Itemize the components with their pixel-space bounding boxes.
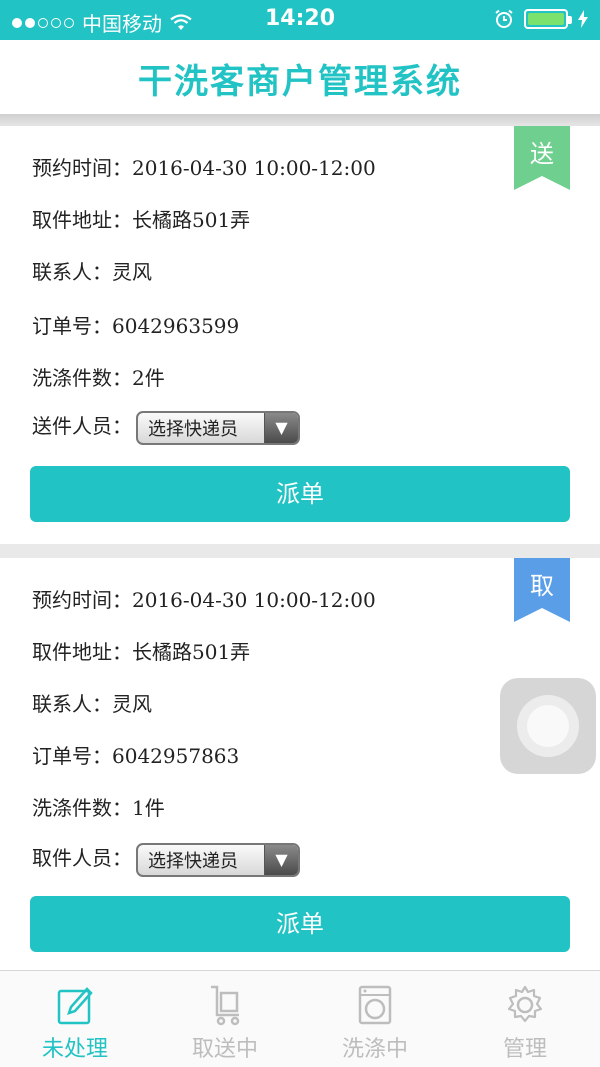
address-label: 取件地址：: [32, 640, 132, 664]
charging-icon: [578, 10, 588, 28]
page-title: 干洗客商户管理系统: [138, 62, 462, 102]
dispatch-button[interactable]: 派单: [30, 896, 570, 952]
order-number-row: 订单号：6042957863: [32, 740, 239, 769]
order-number-row: 订单号：6042963599: [32, 310, 239, 339]
courier-row: 取件人员： 选择快递员 ▼: [32, 842, 300, 877]
battery-icon: [524, 9, 572, 29]
edit-icon: [57, 987, 93, 1025]
item-count-row: 洗涤件数：1件: [32, 792, 165, 821]
item-count-value: 1件: [132, 796, 165, 820]
address-row: 取件地址：长橘路501弄: [32, 204, 250, 233]
alarm-icon: [495, 9, 513, 28]
address-value: 长橘路501弄: [132, 640, 251, 664]
courier-label: 送件人员：: [32, 414, 132, 438]
tab-manage[interactable]: 管理: [450, 971, 600, 1067]
courier-row: 送件人员： 选择快递员 ▼: [32, 410, 300, 445]
washer-icon: [358, 985, 392, 1025]
appointment-row: 预约时间：2016-04-30 10:00-12:00: [32, 152, 376, 181]
appointment-value: 2016-04-30 10:00-12:00: [132, 156, 376, 180]
appointment-row: 预约时间：2016-04-30 10:00-12:00: [32, 584, 376, 613]
status-bar: 中国移动 14:20: [0, 0, 600, 40]
address-value: 长橘路501弄: [132, 208, 251, 232]
contact-value: 灵风: [112, 260, 152, 284]
ribbon-label: 取: [530, 572, 554, 600]
contact-row: 联系人：灵风: [32, 256, 152, 285]
appointment-value: 2016-04-30 10:00-12:00: [132, 588, 376, 612]
app-header: 干洗客商户管理系统: [0, 40, 600, 114]
tab-bar: 未处理 取送中 洗涤中 管理: [0, 970, 600, 1067]
tab-washing[interactable]: 洗涤中: [300, 971, 450, 1067]
item-count-row: 洗涤件数：2件: [32, 362, 165, 391]
courier-select-value: 选择快递员: [148, 418, 238, 440]
item-count-label: 洗涤件数：: [32, 796, 132, 820]
item-count-label: 洗涤件数：: [32, 366, 132, 390]
order-card: 送 预约时间：2016-04-30 10:00-12:00 取件地址：长橘路50…: [0, 126, 600, 544]
tab-label: 洗涤中: [341, 1037, 408, 1062]
ribbon-label: 送: [530, 140, 554, 168]
order-number-label: 订单号：: [32, 314, 112, 338]
contact-label: 联系人：: [32, 692, 112, 716]
courier-select[interactable]: 选择快递员 ▼: [136, 842, 300, 877]
cart-icon: [211, 985, 240, 1026]
contact-value: 灵风: [112, 692, 152, 716]
tab-label: 未处理: [41, 1037, 108, 1062]
address-row: 取件地址：长橘路501弄: [32, 636, 250, 665]
contact-label: 联系人：: [32, 260, 112, 284]
dropdown-arrow-icon: ▼: [264, 844, 298, 875]
courier-label: 取件人员：: [32, 846, 132, 870]
order-number-value: 6042957863: [112, 744, 240, 768]
dispatch-button[interactable]: 派单: [30, 466, 570, 522]
tab-label: 取送中: [191, 1037, 258, 1062]
tab-label: 管理: [502, 1037, 547, 1062]
appointment-label: 预约时间：: [32, 156, 132, 180]
dropdown-arrow-icon: ▼: [264, 412, 298, 443]
item-count-value: 2件: [132, 366, 165, 390]
order-number-label: 订单号：: [32, 744, 112, 768]
tab-in-transit[interactable]: 取送中: [150, 971, 300, 1067]
appointment-label: 预约时间：: [32, 588, 132, 612]
address-label: 取件地址：: [32, 208, 132, 232]
status-right: [494, 9, 588, 29]
contact-row: 联系人：灵风: [32, 688, 152, 717]
order-number-value: 6042963599: [112, 314, 240, 338]
tab-pending[interactable]: 未处理: [0, 971, 150, 1067]
assistive-touch-button[interactable]: [500, 678, 596, 774]
assistive-touch-icon: [517, 695, 579, 757]
courier-select[interactable]: 选择快递员 ▼: [136, 410, 300, 445]
gear-icon: [507, 985, 543, 1023]
courier-select-value: 选择快递员: [148, 850, 238, 872]
